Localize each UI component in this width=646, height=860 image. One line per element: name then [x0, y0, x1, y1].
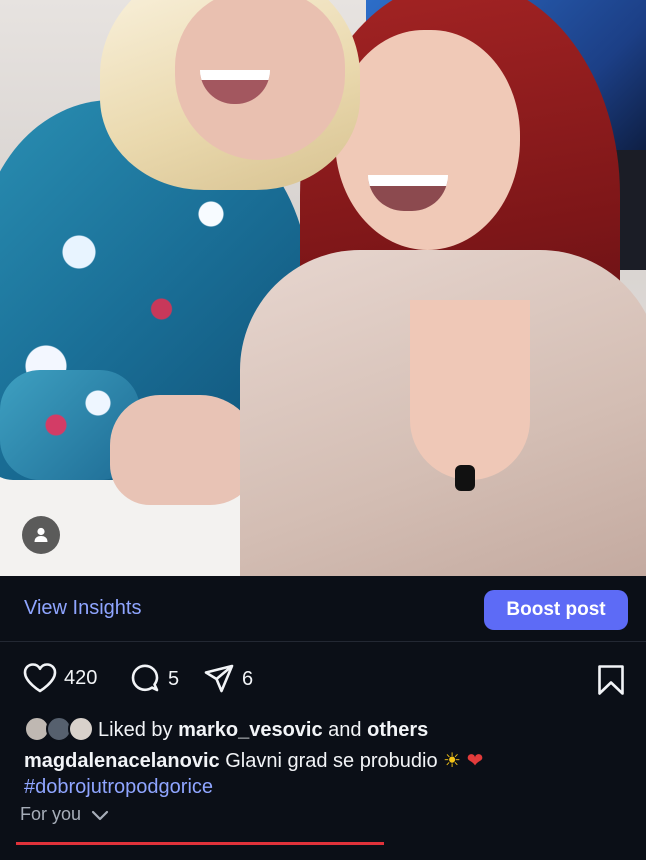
comment-icon	[131, 664, 159, 692]
like-count: 420	[64, 666, 98, 689]
bookmark-icon	[598, 665, 624, 695]
liked-by-row[interactable]: Liked by marko_vesovic and others	[24, 716, 428, 744]
caption-hashtag[interactable]: #dobrojutropodgorice	[24, 774, 634, 800]
face-right	[335, 30, 520, 250]
chevron-down-icon	[91, 810, 109, 820]
liked-by-prefix: Liked by	[98, 718, 173, 741]
save-button[interactable]	[596, 664, 626, 701]
comment-count: 5	[168, 667, 180, 690]
heart-icon	[23, 663, 57, 693]
share-button[interactable]: 6	[202, 662, 253, 696]
hand	[110, 395, 260, 505]
neckline	[410, 300, 530, 480]
heart-emoji: ❤	[466, 750, 484, 772]
liked-by-connector: and	[328, 718, 362, 741]
boost-post-button[interactable]: Boost post	[484, 590, 628, 630]
share-count: 6	[242, 667, 254, 690]
caption-username[interactable]: magdalenacelanovic	[24, 750, 220, 772]
like-button[interactable]: 420	[22, 662, 97, 694]
post-actions: 420 5 6	[0, 656, 646, 702]
view-insights-link[interactable]: View Insights	[24, 597, 141, 620]
avatar	[68, 716, 94, 742]
for-you-label: For you	[20, 804, 82, 824]
lapel-mic	[455, 465, 475, 491]
post-screen: View Insights Boost post 420 5 6 Liked b…	[0, 0, 646, 860]
sun-emoji: ☀	[443, 750, 462, 772]
comment-button[interactable]: 5	[128, 662, 179, 696]
post-image[interactable]	[0, 0, 646, 576]
liked-by-user[interactable]: marko_vesovic	[178, 719, 323, 741]
caption-text: Glavni grad se probudio	[225, 750, 438, 772]
liked-by-others[interactable]: others	[367, 719, 428, 741]
liked-by-text: Liked by marko_vesovic and others	[98, 719, 428, 742]
for-you-selector[interactable]: For you	[20, 804, 111, 825]
playback-progress-fill	[16, 842, 385, 845]
liked-by-avatars	[24, 716, 94, 744]
playback-progress	[16, 842, 630, 845]
tagged-people-button[interactable]	[22, 516, 60, 554]
insights-row: View Insights Boost post	[0, 576, 646, 642]
person-icon	[34, 527, 48, 542]
post-caption: magdalenacelanovic Glavni grad se probud…	[24, 748, 634, 800]
share-icon	[204, 664, 234, 693]
